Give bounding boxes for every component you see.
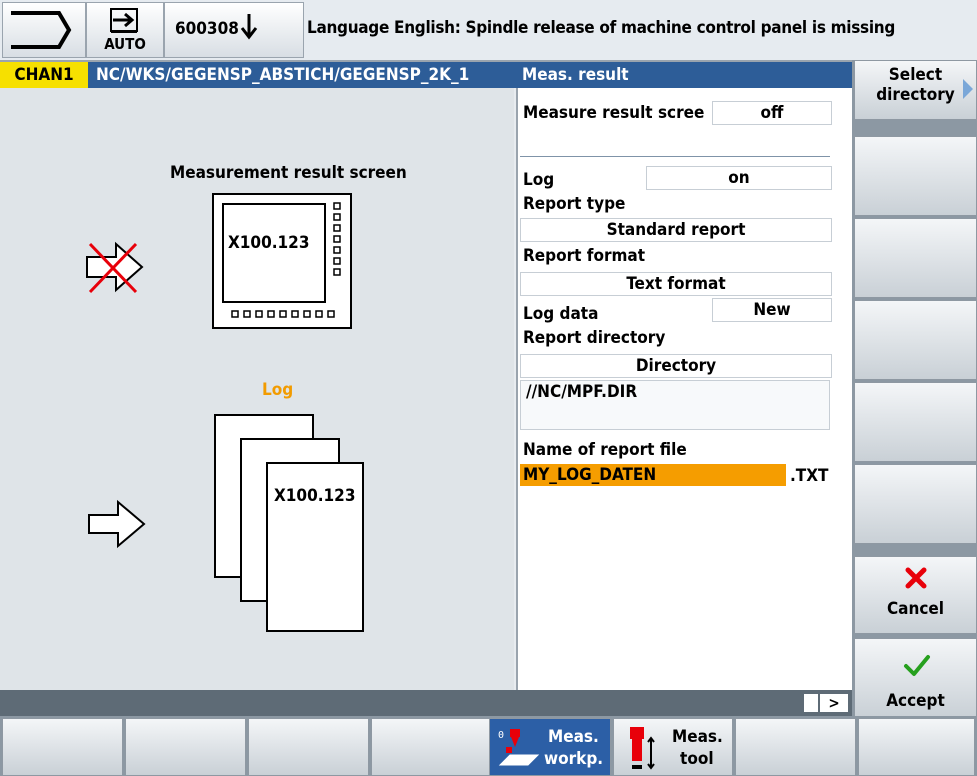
log-field[interactable]: on <box>646 166 832 190</box>
softkey-h3[interactable] <box>248 718 369 776</box>
svg-text:0: 0 <box>498 730 504 741</box>
scroll-right-button[interactable]: > <box>820 694 848 712</box>
machine-area-button[interactable] <box>2 2 86 58</box>
accept-check-icon <box>904 655 930 676</box>
softkey-h8[interactable] <box>858 718 975 776</box>
softkey-h2[interactable] <box>125 718 246 776</box>
log-label: Log <box>523 170 555 190</box>
softkey-v6[interactable] <box>854 464 977 544</box>
meas-tool-softkey[interactable]: Meas. tool <box>613 718 733 776</box>
select-directory-label-2: directory <box>876 85 955 105</box>
log-page-front: X100.123 <box>266 462 364 632</box>
directory-path-field: //NC/MPF.DIR <box>520 380 830 430</box>
arrow-down-icon <box>240 14 258 40</box>
monitor-illustration: X100.123 <box>212 193 352 329</box>
arrow-right-icon <box>88 499 146 549</box>
measure-result-screen-field[interactable]: off <box>712 101 832 125</box>
cancel-softkey[interactable]: Cancel <box>854 556 977 634</box>
softkey-v5[interactable] <box>854 382 977 462</box>
screen-title: Measurement result screen <box>170 163 407 183</box>
monitor-bottom-keys-icon <box>231 310 335 318</box>
accept-softkey[interactable]: Accept <box>854 638 977 718</box>
tool-probe-icon <box>630 727 655 770</box>
report-format-field[interactable]: Text format <box>520 272 832 296</box>
report-directory-field[interactable]: Directory <box>520 354 832 378</box>
softkey-v4[interactable] <box>854 300 977 380</box>
log-data-label: Log data <box>523 304 599 324</box>
cancel-label: Cancel <box>886 599 945 619</box>
monitor-side-keys-icon <box>333 202 341 276</box>
softkey-v2[interactable] <box>854 136 977 216</box>
cancel-x-icon <box>905 567 927 589</box>
program-path: NC/WKS/GEGENSP_ABSTICH/GEGENSP_2K_1 <box>96 65 470 85</box>
meas-tool-label-1: Meas. <box>672 727 723 747</box>
measure-result-screen-label: Measure result scree <box>523 103 705 123</box>
log-data-field[interactable]: New <box>712 298 832 322</box>
softkey-h1[interactable] <box>2 718 123 776</box>
meas-workpiece-label-2: workp. <box>544 749 604 769</box>
arrow-crossed-icon <box>86 241 144 294</box>
chevron-right-icon <box>963 79 973 99</box>
machine-area-icon <box>11 11 72 49</box>
divider <box>520 156 830 157</box>
monitor-value: X100.123 <box>228 233 310 253</box>
meas-workpiece-label-1: Meas. <box>548 727 599 747</box>
log-value: X100.123 <box>274 486 356 506</box>
select-directory-softkey[interactable]: Select directory <box>854 60 977 120</box>
report-file-input[interactable]: MY_LOG_DATEN <box>520 464 786 486</box>
select-directory-label-1: Select <box>888 65 943 85</box>
mode-arrow-icon <box>110 8 138 33</box>
mode-label: AUTO <box>104 35 146 53</box>
status-bar <box>0 690 852 718</box>
softkey-h4[interactable] <box>371 718 492 776</box>
report-type-label: Report type <box>523 194 626 214</box>
accept-label: Accept <box>886 691 945 711</box>
monitor-screen: X100.123 <box>222 203 326 303</box>
softkey-v3[interactable] <box>854 218 977 298</box>
window: AUTO 600308 Language English: Spindle re… <box>0 0 977 776</box>
mode-indicator: AUTO <box>86 2 164 58</box>
program-number: 600308 <box>175 19 239 39</box>
alarm-message: Language English: Spindle release of mac… <box>307 18 896 38</box>
report-format-label: Report format <box>523 246 646 266</box>
report-file-extension: .TXT <box>790 466 829 486</box>
dialog-title: Meas. result <box>522 65 629 85</box>
meas-workpiece-softkey[interactable]: 0 Meas. workp. <box>489 718 611 776</box>
meas-tool-label-2: tool <box>680 749 714 769</box>
scroll-track <box>804 694 818 712</box>
program-indicator: 600308 <box>164 2 304 58</box>
softkey-h7[interactable] <box>735 718 856 776</box>
log-title: Log <box>262 380 294 400</box>
channel-badge: CHAN1 <box>0 62 88 88</box>
report-type-field[interactable]: Standard report <box>520 218 832 242</box>
report-directory-label: Report directory <box>523 328 666 348</box>
workpiece-probe-icon: 0 <box>498 729 540 766</box>
report-file-label: Name of report file <box>523 440 687 460</box>
